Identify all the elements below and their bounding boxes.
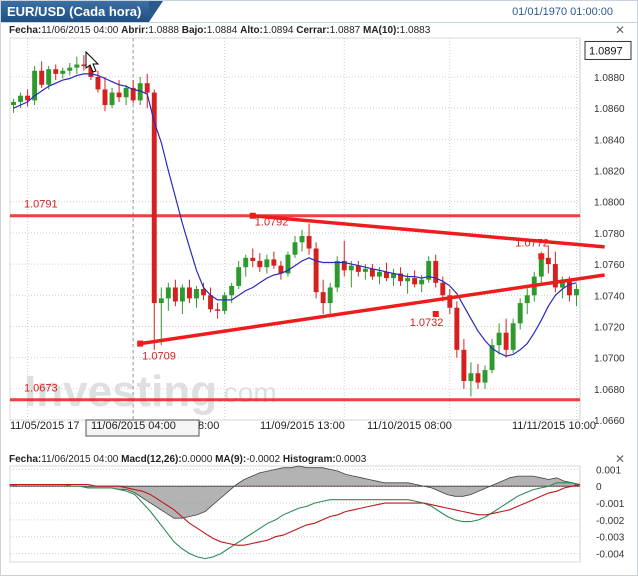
candle-body bbox=[151, 92, 157, 304]
macd-y-tick: -0.001 bbox=[596, 499, 625, 510]
current-price-label: 1.0897 bbox=[589, 45, 623, 57]
candle-body bbox=[538, 257, 544, 277]
candle-body bbox=[179, 287, 185, 302]
candle-body bbox=[250, 257, 256, 261]
chart-canvas: 1.0880 1.0860 1.0840 1.0820 1.0800 1.0780 1.07… bbox=[9, 37, 632, 563]
candle-body bbox=[510, 323, 516, 350]
candle-body bbox=[412, 278, 418, 285]
candle-body bbox=[313, 248, 319, 293]
price-x-tick: 11/11/2015 10:00 bbox=[512, 420, 596, 432]
candle-body bbox=[109, 92, 115, 106]
candle-body bbox=[229, 285, 235, 296]
candle-body bbox=[102, 89, 108, 106]
candle-body bbox=[236, 267, 242, 286]
candle-body bbox=[362, 268, 368, 272]
price-y-tick: 1.0780 bbox=[594, 229, 625, 240]
candle-body bbox=[461, 349, 467, 382]
candle-body bbox=[574, 289, 579, 296]
candle-body bbox=[369, 268, 375, 277]
candle-body bbox=[194, 289, 199, 299]
price-y-tick: 1.0680 bbox=[594, 385, 625, 396]
candle-body bbox=[215, 309, 221, 311]
price-y-tick: 1.0700 bbox=[594, 354, 625, 365]
macd-y-tick: -0.002 bbox=[596, 516, 625, 527]
macd-y-tick: -0.004 bbox=[596, 550, 625, 561]
candle-body bbox=[165, 287, 171, 299]
candle-body bbox=[334, 260, 340, 288]
candle-body bbox=[405, 278, 411, 282]
candle-body bbox=[18, 95, 24, 102]
price-y-tick: 1.0720 bbox=[594, 322, 625, 333]
candle-body bbox=[116, 92, 122, 98]
point-marker bbox=[538, 253, 545, 260]
candle-body bbox=[517, 303, 523, 324]
candle-body bbox=[292, 242, 298, 255]
price-y-tick: 1.0740 bbox=[594, 291, 625, 302]
candle-body bbox=[257, 260, 263, 268]
candle-body bbox=[503, 332, 509, 350]
macd-y-tick: 0.001 bbox=[596, 465, 621, 476]
macd-y-tick: 0 bbox=[596, 482, 602, 493]
candle-body bbox=[208, 295, 214, 310]
trend-line-label: 1.0709 bbox=[142, 351, 176, 363]
candle-body bbox=[419, 279, 425, 285]
horizontal-level-label: 1.0791 bbox=[24, 199, 58, 211]
price-y-tick: 1.0860 bbox=[594, 104, 625, 115]
candle-body bbox=[348, 265, 354, 271]
candle-body bbox=[475, 373, 481, 383]
candle-body bbox=[172, 287, 178, 302]
candle-body bbox=[46, 69, 52, 85]
candle-body bbox=[123, 87, 129, 98]
candle-body bbox=[454, 307, 460, 350]
horizontal-level-label: 1.0673 bbox=[24, 383, 58, 395]
candle-body bbox=[376, 271, 382, 277]
watermark-suffix: .com bbox=[216, 377, 277, 408]
price-y-tick: 1.0820 bbox=[594, 167, 625, 178]
price-y-tick: 1.0660 bbox=[594, 416, 625, 427]
candle-body bbox=[496, 332, 502, 346]
candle-body bbox=[39, 70, 45, 85]
candle-body bbox=[440, 282, 446, 296]
price-y-tick: 1.0760 bbox=[594, 260, 625, 271]
candle-body bbox=[186, 287, 192, 299]
candle-body bbox=[60, 70, 66, 74]
candle-body bbox=[144, 83, 150, 93]
price-x-tick: 8:00 bbox=[198, 420, 219, 432]
candle-body bbox=[243, 257, 249, 268]
candle-body bbox=[222, 295, 228, 311]
price-y-tick: 1.0880 bbox=[594, 73, 625, 84]
candle-body bbox=[299, 236, 305, 243]
candle-body bbox=[271, 259, 277, 266]
candle-body bbox=[327, 287, 333, 304]
price-y-tick: 1.0840 bbox=[594, 135, 625, 146]
candle-body bbox=[67, 67, 73, 71]
point-label: 1.0772 bbox=[515, 237, 549, 249]
candle-body bbox=[158, 298, 164, 304]
candle-body bbox=[53, 69, 59, 74]
candle-body bbox=[482, 370, 488, 383]
candle-body bbox=[524, 295, 530, 304]
price-x-tick: 11/06/2015 04:00 bbox=[91, 420, 176, 432]
candle-body bbox=[11, 101, 16, 106]
candle-body bbox=[306, 236, 312, 249]
price-x-tick: 11/05/2015 17 bbox=[10, 420, 80, 432]
price-x-tick: 11/09/2015 13:00 bbox=[260, 420, 345, 432]
macd-y-tick: -0.003 bbox=[596, 533, 625, 544]
price-x-tick: 11/10/2015 08:00 bbox=[367, 420, 452, 432]
trend-line-label: 1.0792 bbox=[255, 217, 289, 229]
candle-body bbox=[95, 76, 101, 90]
candle-body bbox=[545, 257, 551, 265]
candle-body bbox=[468, 373, 474, 382]
candle-body bbox=[74, 64, 80, 68]
candle-body bbox=[264, 259, 270, 268]
trend-line-anchor bbox=[137, 340, 144, 347]
price-y-tick: 1.0800 bbox=[594, 198, 625, 209]
point-label: 1.0732 bbox=[410, 317, 444, 329]
candle-body bbox=[320, 292, 326, 304]
